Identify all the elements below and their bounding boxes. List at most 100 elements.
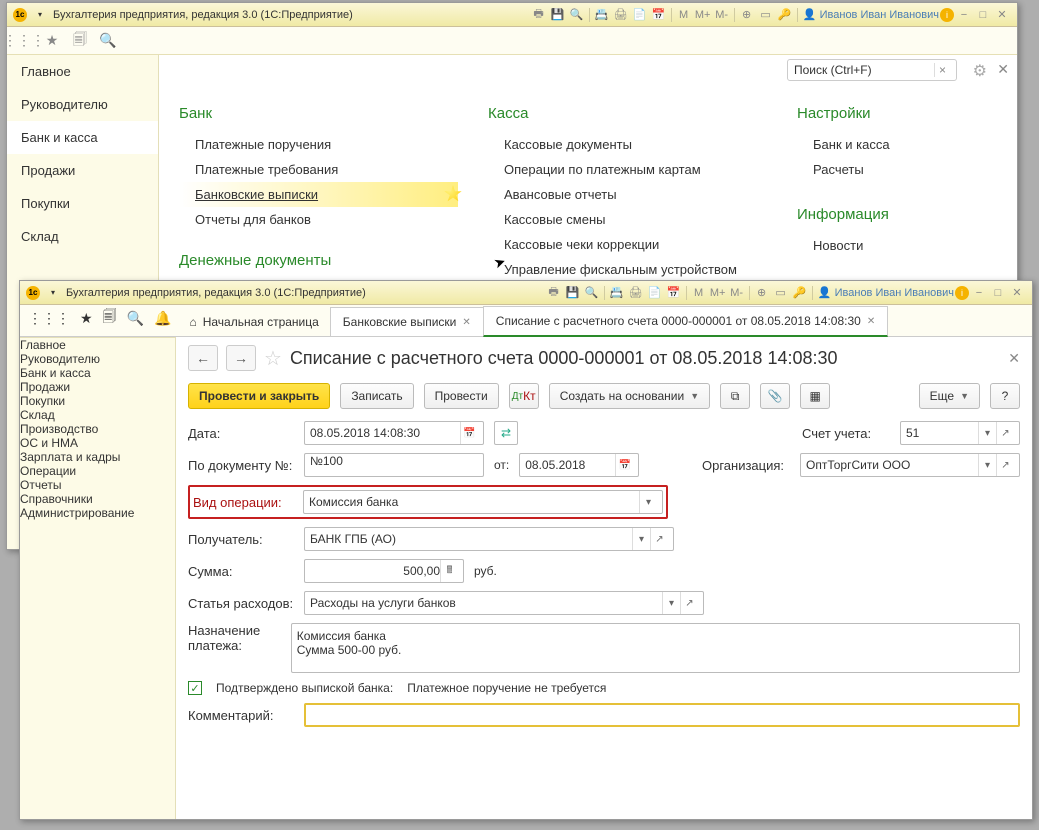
calc-icon[interactable]: 📇 (608, 284, 626, 302)
sidebar-item[interactable]: Руководителю (7, 88, 158, 121)
sidebar-item[interactable]: Отчеты (20, 478, 175, 492)
apps-icon[interactable]: ⋮⋮⋮ (28, 310, 70, 327)
recipient-input[interactable]: БАНК ГПБ (АО)▾↗ (304, 527, 674, 551)
print-icon[interactable]: 🖶 (545, 284, 563, 302)
create-based-button[interactable]: Создать на основании▼ (549, 383, 710, 409)
sidebar-item[interactable]: Операции (20, 464, 175, 478)
section-link[interactable]: Банк и касса (797, 132, 997, 157)
preview-icon[interactable]: 🔍 (568, 6, 586, 24)
section-link[interactable]: Платежные поручения (179, 132, 458, 157)
info-icon[interactable]: i (940, 8, 954, 22)
user-name[interactable]: Иванов Иван Иванович (835, 287, 954, 299)
key-icon[interactable]: 🔑 (776, 6, 794, 24)
search-clear-icon[interactable]: × (934, 63, 950, 77)
print2-icon[interactable]: 🖨 (627, 284, 645, 302)
m-minus-icon[interactable]: M- (713, 6, 731, 24)
print-icon[interactable]: 🖶 (530, 6, 548, 24)
calendar-icon[interactable]: 📅 (650, 6, 668, 24)
open-ref-icon[interactable]: ↗ (680, 592, 698, 614)
post-button[interactable]: Провести (424, 383, 499, 409)
more-button[interactable]: Еще▼ (919, 383, 980, 409)
sum-input[interactable]: 500,00🖩 (304, 559, 464, 583)
apps-icon[interactable]: ⋮⋮⋮ (15, 32, 33, 50)
tab-bank-statements[interactable]: Банковские выписки ✕ (330, 307, 484, 336)
section-link[interactable]: Кассовые документы (488, 132, 767, 157)
user-icon[interactable]: 👤 (801, 6, 819, 24)
titlebar-menu-dropdown[interactable]: ▾ (46, 286, 60, 300)
chevron-down-icon[interactable]: ▾ (632, 528, 650, 550)
open-ref-icon[interactable]: ↗ (996, 454, 1014, 476)
sidebar-item[interactable]: Склад (20, 408, 175, 422)
sidebar-item[interactable]: Руководителю (20, 352, 175, 366)
section-link[interactable]: Управление фискальным устройством (488, 257, 767, 282)
sidebar-item[interactable]: Покупки (7, 187, 158, 220)
close-icon[interactable]: ✕ (1008, 284, 1026, 302)
chevron-down-icon[interactable]: ▾ (978, 454, 996, 476)
sidebar-item[interactable]: Продажи (7, 154, 158, 187)
comment-input[interactable] (304, 703, 1020, 727)
section-link[interactable]: Платежные требования (179, 157, 458, 182)
minimize-icon[interactable]: − (955, 6, 973, 24)
section-link[interactable]: Отчеты для банков (179, 207, 458, 232)
tab-close-icon[interactable]: ✕ (462, 317, 470, 328)
open-ref-icon[interactable]: ↗ (996, 422, 1014, 444)
calculator-icon[interactable]: 🖩 (440, 560, 458, 582)
bell-icon[interactable]: 🔔 (154, 310, 171, 327)
report-button[interactable]: ▦ (800, 383, 830, 409)
tab-home[interactable]: ⌂ Начальная страница (177, 308, 330, 336)
org-input[interactable]: ОптТоргСити ООО▾↗ (800, 453, 1020, 477)
sidebar-item[interactable]: ОС и НМА (20, 436, 175, 450)
sidebar-item[interactable]: Справочники (20, 492, 175, 506)
section-link-bank-statements[interactable]: Банковские выписки (179, 182, 458, 207)
search-icon[interactable]: 🔍 (99, 32, 117, 50)
star-icon[interactable]: ★ (43, 32, 61, 50)
sidebar-item[interactable]: Покупки (20, 394, 175, 408)
sidebar-item[interactable]: Администрирование (20, 506, 175, 520)
print2-icon[interactable]: 🖨 (612, 6, 630, 24)
list-icon[interactable]: ▭ (757, 6, 775, 24)
tab-writeoff[interactable]: Списание с расчетного счета 0000-000001 … (483, 306, 888, 337)
account-input[interactable]: 51▾↗ (900, 421, 1020, 445)
titlebar-menu-dropdown[interactable]: ▾ (33, 8, 47, 22)
chevron-down-icon[interactable]: ▾ (639, 491, 657, 513)
sidebar-item[interactable]: Производство (20, 422, 175, 436)
section-link[interactable]: Новости (797, 233, 997, 258)
preview-icon[interactable]: 🔍 (583, 284, 601, 302)
favorite-star-icon[interactable]: ☆ (264, 346, 282, 371)
m-icon[interactable]: M (675, 6, 693, 24)
section-link[interactable]: Кассовые смены (488, 207, 767, 232)
sidebar-item[interactable]: Банк и касса (7, 121, 158, 154)
calc-icon[interactable]: 📇 (593, 6, 611, 24)
maximize-icon[interactable]: □ (989, 284, 1007, 302)
panel-close-icon[interactable]: ✕ (997, 61, 1009, 78)
user-icon[interactable]: 👤 (816, 284, 834, 302)
sidebar-item[interactable]: Главное (20, 338, 175, 352)
save-icon[interactable]: 💾 (549, 6, 567, 24)
date-input[interactable]: 08.05.2018 14:08:30📅 (304, 421, 484, 445)
m-plus-icon[interactable]: M+ (709, 284, 727, 302)
m-minus-icon[interactable]: M- (728, 284, 746, 302)
docdate-input[interactable]: 08.05.2018📅 (519, 453, 639, 477)
maximize-icon[interactable]: □ (974, 6, 992, 24)
search-input[interactable]: Поиск (Ctrl+F) × (787, 59, 957, 81)
post-close-button[interactable]: Провести и закрыть (188, 383, 330, 409)
search-icon[interactable]: 🔍 (127, 310, 144, 327)
sidebar-item[interactable]: Склад (7, 220, 158, 253)
doc-icon[interactable]: 📄 (631, 6, 649, 24)
info-icon[interactable]: i (955, 286, 969, 300)
tab-close-icon[interactable]: ✕ (867, 316, 875, 327)
user-name[interactable]: Иванов Иван Иванович (820, 9, 939, 21)
star-icon[interactable]: ★ (80, 310, 93, 327)
m-plus-icon[interactable]: M+ (694, 6, 712, 24)
nav-fwd-button[interactable]: → (226, 345, 256, 371)
confirmed-checkbox[interactable]: ✓ (188, 681, 202, 695)
docs-icon[interactable]: 🗐 (103, 306, 117, 330)
purpose-textarea[interactable]: Комиссия банка Сумма 500-00 руб. (291, 623, 1020, 673)
expense-input[interactable]: Расходы на услуги банков▾↗ (304, 591, 704, 615)
save-icon[interactable]: 💾 (564, 284, 582, 302)
save-button[interactable]: Записать (340, 383, 413, 409)
section-link[interactable]: Операции по платежным картам (488, 157, 767, 182)
close-icon[interactable]: ✕ (993, 6, 1011, 24)
sidebar-item[interactable]: Продажи (20, 380, 175, 394)
calendar-picker-icon[interactable]: 📅 (460, 422, 478, 444)
